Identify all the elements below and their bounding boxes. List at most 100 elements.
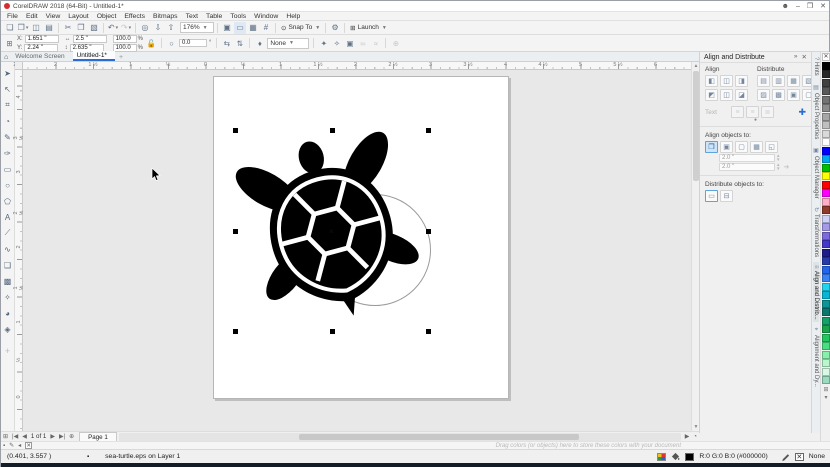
selection-handle-mid-right[interactable] [426,229,431,234]
align-to-page-edge-button[interactable]: ▣ [720,141,733,153]
selection-handle-mid-left[interactable] [233,229,238,234]
palette-swatch-33[interactable] [822,342,830,350]
fill-color-swatch[interactable] [685,453,694,461]
to-back-icon[interactable]: ✧ [331,38,342,49]
docker-close-icon[interactable]: ✕ [802,53,807,61]
wrap-text-icon[interactable]: ▣ [344,38,355,49]
palette-swatch-12[interactable] [822,164,830,172]
distribute-left-button[interactable]: ▤ [757,75,770,87]
tab-untitled-1[interactable]: Untitled-1* [73,51,115,61]
docker-tab-alignment-and-dy[interactable]: ⌖Alignment and Dy... [813,324,820,390]
tab-welcome-screen[interactable]: Welcome Screen [11,51,72,61]
first-page-icon[interactable]: |◀ [10,433,20,440]
align-to-active-objects-button[interactable]: ❒ [705,141,718,153]
open-button[interactable]: ❒▾ [17,22,29,34]
palette-swatch-13[interactable] [822,172,830,180]
page-1-tab[interactable]: Page 1 [79,432,117,441]
distribute-spacing-h-button[interactable]: ▦ [787,75,800,87]
show-rulers-button[interactable]: ▭ [234,22,246,34]
new-tab-icon[interactable]: + [115,54,127,61]
last-page-icon[interactable]: ▶| [57,433,67,440]
horizontal-scrollbar[interactable] [119,433,681,441]
text-tool-icon[interactable]: A [2,209,14,225]
drop-shadow-tool-icon[interactable]: ❑ [2,257,14,273]
no-color-well[interactable]: ✕ [25,442,32,449]
palette-swatch-1[interactable] [822,70,830,78]
full-screen-preview-button[interactable]: ▣ [221,22,233,34]
interactive-fill-tool-icon[interactable]: ◕ [2,305,14,321]
palette-no-color-swatch[interactable]: ✕ [822,53,830,61]
docker-tab-transformations[interactable]: ↻Transformations [813,204,820,260]
align-top-button[interactable]: ◩ [705,89,718,101]
add-alignment-button[interactable]: ✚ [798,107,806,118]
lock-ratio-icon[interactable]: 🔓 [146,38,157,49]
palette-swatch-6[interactable] [822,113,830,121]
selection-handle-top-right[interactable] [426,128,431,133]
menu-object[interactable]: Object [93,12,121,21]
palette-swatch-3[interactable] [822,87,830,95]
rectangle-tool-icon[interactable]: ▭ [2,161,14,177]
distribute-center-v-button[interactable]: ▩ [772,89,785,101]
palette-swatch-37[interactable] [822,376,830,384]
outline-color-swatch[interactable]: ✕ [795,453,804,461]
previous-page-icon[interactable]: ◀ [20,433,29,440]
apply-offset-icon[interactable]: ➜ [783,163,789,171]
to-front-icon[interactable]: ✦ [318,38,329,49]
align-right-button[interactable]: ◨ [735,75,748,87]
text-align-baseline-last-button[interactable]: ≡ [746,106,759,118]
menu-bitmaps[interactable]: Bitmaps [149,12,182,21]
align-center-horizontal-button[interactable]: ◫ [720,75,733,87]
mirror-horizontal-icon[interactable]: ⇆ [221,38,232,49]
palette-flyout-icon[interactable]: ⊞ [823,386,828,393]
palette-swatch-14[interactable] [822,181,830,189]
palette-swatch-34[interactable] [822,351,830,359]
palette-swatch-30[interactable] [822,317,830,325]
menu-edit[interactable]: Edit [22,12,42,21]
unlink-icon[interactable]: ∝ [370,38,381,49]
menu-effects[interactable]: Effects [120,12,149,21]
palette-swatch-35[interactable] [822,359,830,367]
undo-button[interactable]: ↶▾ [107,22,119,34]
snap-to-dropdown[interactable]: ⊙Snap To▼ [279,22,322,34]
docker-tab-object-manager[interactable]: ▣Object Manager [813,144,820,202]
page-sorter-icon[interactable]: ⊞ [1,433,10,440]
pick-tool-icon[interactable]: ➤ [2,65,14,81]
palette-swatch-27[interactable] [822,291,830,299]
close-button[interactable]: ✕ [820,2,826,10]
show-guidelines-button[interactable]: # [260,22,272,34]
show-grid-button[interactable]: ▦ [247,22,259,34]
freehand-tool-icon[interactable]: ✎ [2,129,14,145]
object-width-field[interactable]: 2.5 " [73,35,107,43]
align-to-page-center-button[interactable]: ▢ [735,141,748,153]
palette-swatch-36[interactable] [822,368,830,376]
color-eyedropper-tool-icon[interactable]: ✧ [2,289,14,305]
add-tool-icon[interactable]: + [2,343,14,359]
menu-view[interactable]: View [42,12,65,21]
palette-swatch-29[interactable] [822,308,830,316]
import-button[interactable]: ⇩ [152,22,164,34]
palette-eyedropper-icon[interactable]: ✎ [7,442,16,449]
spinner-arrows-icon-2[interactable]: ▲▼ [776,163,780,171]
outline-width-combo[interactable]: None ▼ [267,38,309,49]
horizontal-ruler[interactable]: 2 ½21 ½1½0½11 ½22 ½33 ½44 ½55 ½6 [15,62,691,70]
selection-handle-bottom-center[interactable] [330,329,335,334]
menu-tools[interactable]: Tools [226,12,250,21]
vertical-scrollbar[interactable]: ▲ ▼ [691,62,699,431]
palette-scroll-left-icon[interactable]: ◂ [16,442,23,449]
palette-swatch-16[interactable] [822,198,830,206]
parallel-dimension-tool-icon[interactable]: ⟋ [2,225,14,241]
palette-swatch-24[interactable] [822,266,830,274]
docker-tab-object-properties[interactable]: ▤Object Properties [813,81,820,142]
launch-dropdown[interactable]: ⊞Launch▼ [348,22,389,34]
palette-swatch-8[interactable] [822,130,830,138]
scale-v-field[interactable]: 100.0 [113,44,137,52]
align-center-vertical-button[interactable]: ◫ [720,89,733,101]
palette-swatch-23[interactable] [822,257,830,265]
home-icon[interactable]: ⌂ [1,54,11,61]
docker-expander-icon[interactable]: ● [705,118,806,122]
navigator-zoom-icon[interactable]: ◔ [691,434,699,440]
distribute-spacing-v-button[interactable]: ▣ [787,89,800,101]
palette-scroll-down-icon[interactable]: ▾ [824,394,827,401]
palette-swatch-5[interactable] [822,104,830,112]
save-button[interactable]: ◫ [30,22,42,34]
